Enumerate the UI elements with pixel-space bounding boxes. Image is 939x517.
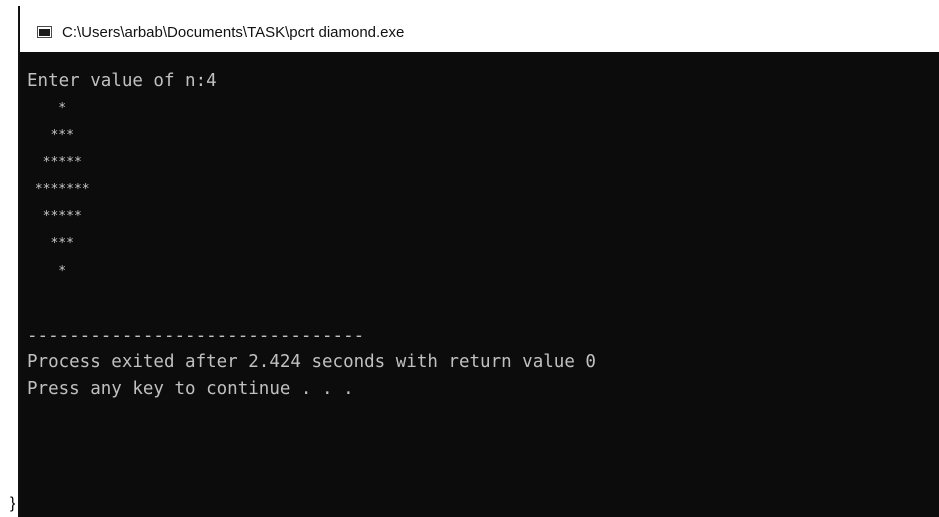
diamond-row: * [27, 100, 67, 116]
diamond-row: *** [27, 127, 74, 143]
stray-brace-text: } [10, 495, 16, 512]
diamond-row: *** [27, 236, 74, 252]
console-app-icon[interactable] [37, 26, 52, 38]
diamond-row: * [27, 263, 67, 279]
console-exit-line: Process exited after 2.424 seconds with … [27, 352, 596, 373]
console-prompt-line: Enter value of n:4 [27, 71, 217, 91]
console-blank-space [27, 285, 939, 323]
window-title: C:\Users\arbab\Documents\TASK\pcrt diamo… [62, 23, 405, 41]
window-titlebar[interactable]: C:\Users\arbab\Documents\TASK\pcrt diamo… [20, 14, 939, 50]
screenshot-stage: } C:\Users\arbab\Documents\TASK\pcrt dia… [0, 0, 939, 517]
diamond-row: ******* [27, 182, 90, 198]
console-continue-line: Press any key to continue . . . [27, 378, 354, 399]
diamond-row: ***** [27, 209, 82, 225]
diamond-row: ***** [27, 154, 82, 170]
console-output[interactable]: Enter value of n:4 * *** ***** ******* *… [20, 52, 939, 517]
console-separator: -------------------------------- [27, 325, 365, 346]
